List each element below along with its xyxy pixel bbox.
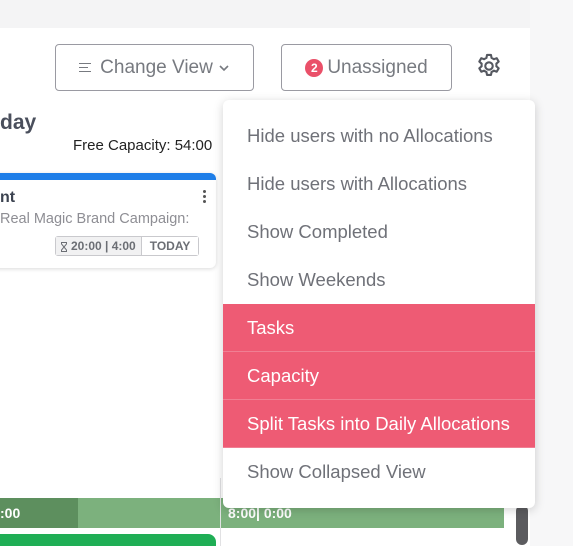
menu-item-tasks[interactable]: Tasks	[223, 304, 535, 352]
menu-item-show-collapsed-view[interactable]: Show Collapsed View	[223, 448, 535, 496]
unassigned-label: Unassigned	[327, 56, 428, 78]
task-hours: 20:00 | 4:00	[71, 239, 136, 253]
free-capacity-label: Free Capacity: 54:00	[73, 137, 213, 154]
hourglass-icon	[60, 241, 68, 252]
menu-item-show-completed[interactable]: Show Completed	[223, 208, 535, 256]
menu-item-hide-users-no-allocations[interactable]: Hide users with no Allocations	[223, 112, 535, 160]
gear-icon[interactable]	[475, 52, 503, 80]
vertical-scrollbar[interactable]	[516, 505, 528, 545]
capacity-left-value: :00	[0, 505, 21, 521]
task-project: Real Magic Brand Campaign:	[0, 211, 190, 227]
allocation-bar[interactable]	[0, 534, 216, 546]
task-title: nt	[0, 189, 16, 206]
capacity-bar-left-remaining	[78, 498, 220, 528]
task-card-accent	[0, 173, 216, 180]
menu-item-show-weekends[interactable]: Show Weekends	[223, 256, 535, 304]
more-options-icon[interactable]	[203, 190, 207, 204]
list-icon	[79, 62, 92, 73]
task-hours-chip: 20:00 | 4:00 TODAY	[55, 236, 200, 256]
today-badge: TODAY	[140, 237, 199, 255]
task-card[interactable]: nt Real Magic Brand Campaign: 20:00 | 4:…	[0, 173, 216, 268]
menu-item-capacity[interactable]: Capacity	[223, 352, 535, 400]
chevron-down-icon	[218, 62, 230, 74]
settings-dropdown-menu: Hide users with no Allocations Hide user…	[223, 100, 535, 508]
menu-item-split-tasks[interactable]: Split Tasks into Daily Allocations	[223, 400, 535, 448]
menu-item-hide-users-with-allocations[interactable]: Hide users with Allocations	[223, 160, 535, 208]
column-divider	[220, 478, 221, 546]
unassigned-count-badge: 2	[305, 58, 324, 77]
day-column-title: day	[0, 111, 37, 134]
right-gutter	[530, 0, 573, 546]
change-view-button[interactable]: Change View	[55, 44, 254, 91]
change-view-label: Change View	[100, 56, 213, 78]
unassigned-button[interactable]: 2 Unassigned	[281, 44, 452, 91]
capacity-bar-left: :00	[0, 498, 78, 528]
